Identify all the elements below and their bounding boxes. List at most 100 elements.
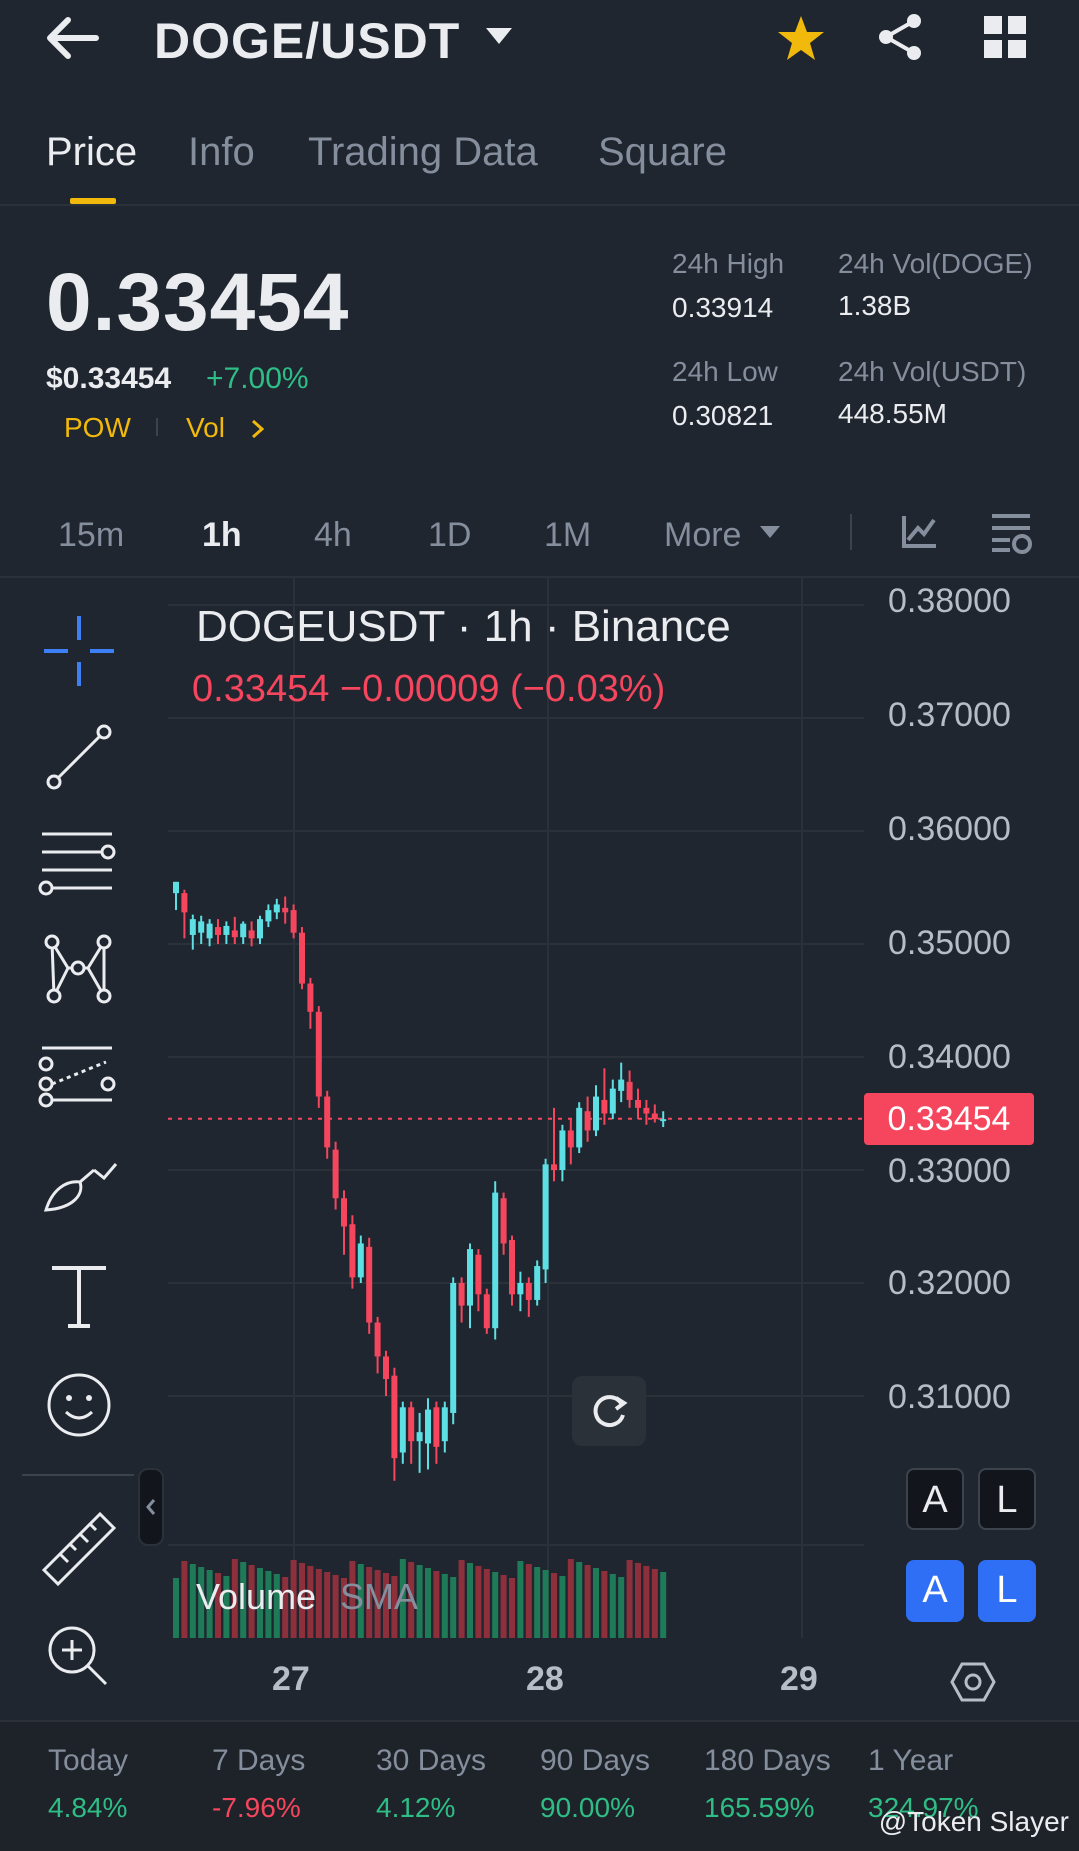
volume-bar [517, 1561, 524, 1638]
candle-body [349, 1224, 356, 1278]
price-axis-label: 0.35000 [888, 924, 1011, 962]
chart-legend-title: DOGEUSDT · 1h · Binance [196, 602, 731, 651]
volume-bar [315, 1569, 322, 1638]
candle-body [525, 1283, 532, 1300]
collapse-toolbar-button[interactable] [138, 1468, 164, 1546]
date-axis-label: 27 [272, 1660, 310, 1698]
chart-settings-icon[interactable] [988, 510, 1034, 554]
volume-bar [601, 1571, 608, 1638]
emoji-icon[interactable] [38, 1364, 120, 1446]
stat-24h-low-value: 0.30821 [672, 400, 774, 431]
candle-body [315, 1011, 322, 1097]
volume-bar [483, 1569, 490, 1638]
candle-body [366, 1246, 373, 1323]
volume-bar [450, 1577, 457, 1638]
candle-body [206, 923, 213, 939]
candle-body [660, 1119, 667, 1122]
pair-title[interactable]: DOGE/USDT [154, 12, 460, 70]
interval-15m[interactable]: 15m [58, 516, 124, 555]
fib-retracement-icon[interactable] [38, 822, 120, 904]
candle-body [475, 1254, 482, 1295]
grid-icon[interactable] [984, 16, 1026, 58]
volume-bar [551, 1573, 557, 1638]
ruler-icon[interactable] [38, 1508, 120, 1590]
volume-bar [609, 1574, 616, 1638]
volume-bar [475, 1566, 482, 1638]
stat-24h-vol-usdt-label: 24h Vol(USDT) [838, 356, 1027, 387]
pattern-icon[interactable] [38, 928, 120, 1010]
tab-square[interactable]: Square [598, 130, 727, 175]
candle-body [425, 1409, 431, 1444]
tag-vol[interactable]: Vol [186, 412, 225, 444]
perf-label-90d: 90 Days [540, 1744, 651, 1777]
candle-body [240, 923, 247, 938]
usd-price: $0.33454 [46, 362, 172, 395]
tab-info[interactable]: Info [188, 130, 255, 175]
volume-auto-button[interactable]: A [906, 1560, 964, 1622]
tab-price[interactable]: Price [46, 130, 137, 175]
candle-body [198, 921, 205, 933]
parallel-channel-icon[interactable] [38, 1034, 120, 1116]
tab-trading-data[interactable]: Trading Data [308, 130, 538, 175]
candle-body [290, 910, 297, 933]
star-icon[interactable] [776, 14, 826, 62]
tag-pow[interactable]: POW [64, 412, 131, 444]
candle-body [265, 910, 272, 922]
volume-log-button[interactable]: L [978, 1560, 1036, 1622]
candle-body [542, 1164, 549, 1270]
interval-4h[interactable]: 4h [314, 516, 352, 555]
volume-bar [492, 1572, 499, 1638]
back-arrow-icon[interactable] [46, 14, 102, 62]
candle-body [223, 925, 230, 935]
stat-24h-high-label: 24h High [672, 248, 785, 279]
trend-line-icon[interactable] [38, 716, 120, 798]
perf-label-30d: 30 Days [376, 1744, 487, 1777]
caret-down-icon[interactable] [484, 26, 514, 46]
price-axis-label: 0.38000 [888, 582, 1011, 620]
auto-scale-button[interactable]: A [906, 1468, 964, 1530]
chart-settings-gear-icon[interactable] [950, 1660, 996, 1704]
candle-body [357, 1243, 364, 1278]
volume-bar [425, 1568, 431, 1638]
candle-body [441, 1407, 448, 1442]
perf-value-90d: 90.00% [540, 1792, 635, 1823]
indicator-chart-icon[interactable] [900, 512, 940, 552]
volume-bar [534, 1567, 541, 1638]
interval-1m[interactable]: 1M [544, 516, 591, 555]
interval-1h[interactable]: 1h [202, 516, 242, 555]
brush-icon[interactable] [38, 1140, 120, 1222]
candle-body [492, 1192, 499, 1329]
price-axis-label: 0.34000 [888, 1038, 1011, 1076]
candle-body [500, 1198, 507, 1244]
tag-separator [156, 418, 158, 436]
candle-body [391, 1375, 398, 1459]
interval-more[interactable]: More [664, 516, 741, 555]
volume-bar [467, 1563, 473, 1638]
volume-sma-label: SMA [340, 1576, 419, 1617]
zoom-in-icon[interactable] [38, 1616, 120, 1698]
volume-bar [173, 1578, 179, 1638]
stat-24h-high-value: 0.33914 [672, 292, 774, 323]
volume-bar [458, 1560, 465, 1638]
candle-body [307, 983, 314, 1012]
candlestick-chart[interactable] [0, 578, 1079, 1720]
interval-1d[interactable]: 1D [428, 516, 471, 555]
candle-body [584, 1111, 591, 1131]
candle-body [173, 881, 179, 894]
candle-body [450, 1283, 457, 1413]
log-scale-button[interactable]: L [978, 1468, 1036, 1530]
reset-chart-button[interactable] [572, 1376, 646, 1446]
text-icon[interactable] [38, 1254, 120, 1336]
volume-bar [567, 1559, 574, 1638]
crosshair-icon[interactable] [38, 610, 120, 692]
perf-value-today: 4.84% [48, 1792, 128, 1823]
candle-body [601, 1099, 608, 1114]
volume-bar [525, 1564, 532, 1638]
candle-body [651, 1113, 658, 1120]
volume-bar [660, 1572, 667, 1638]
caret-down-icon [760, 526, 780, 538]
last-price: 0.33454 [46, 257, 350, 348]
candle-body [433, 1407, 440, 1447]
watermark: @Token Slayer [878, 1806, 1069, 1837]
share-icon[interactable] [876, 12, 924, 62]
